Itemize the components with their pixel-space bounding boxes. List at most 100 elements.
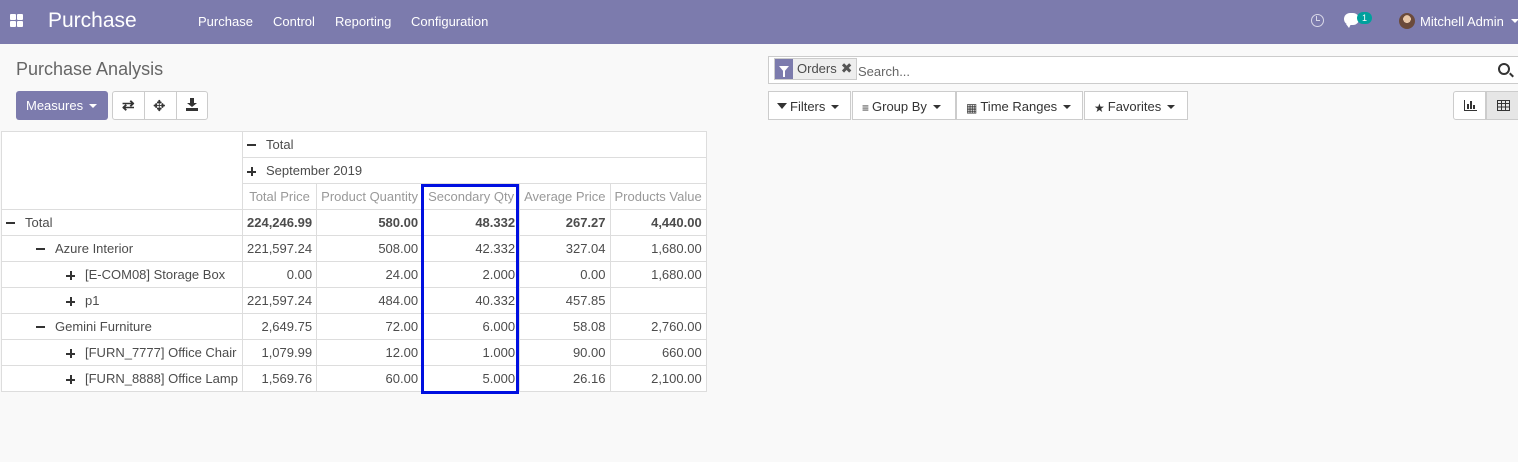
pivot-cell[interactable]: 48.332 bbox=[422, 209, 521, 236]
pivot-view-button[interactable] bbox=[1486, 91, 1518, 120]
pivot-cell[interactable]: 508.00 bbox=[316, 235, 424, 262]
pivot-row: Azure Interior 221,597.24 508.00 42.332 327.… bbox=[1, 235, 707, 262]
pivot-cell[interactable]: 2.000 bbox=[422, 261, 521, 288]
pivot-cell[interactable]: 221,597.24 bbox=[241, 235, 318, 262]
row-header[interactable]: Total bbox=[1, 209, 243, 236]
pivot-cell[interactable]: 12.00 bbox=[316, 339, 424, 366]
pivot-cell[interactable]: 26.16 bbox=[519, 365, 611, 392]
filter-funnel-icon bbox=[775, 59, 793, 79]
pivot-cell[interactable]: 1,680.00 bbox=[609, 261, 707, 288]
pivot-cell[interactable]: 42.332 bbox=[422, 235, 521, 262]
list-bars-icon: ≡ bbox=[862, 101, 870, 115]
apps-menu-icon[interactable] bbox=[10, 14, 23, 27]
pivot-row: [E-COM08] Storage Box 0.00 24.00 2.000 0.00 1… bbox=[1, 261, 707, 288]
col-group-label: September 2019 bbox=[266, 163, 363, 178]
row-label: [E-COM08] Storage Box bbox=[85, 267, 226, 282]
row-header[interactable]: [E-COM08] Storage Box bbox=[1, 261, 243, 288]
pivot-cell[interactable]: 224,246.99 bbox=[241, 209, 318, 236]
expand-all-button[interactable]: ✥ bbox=[144, 91, 177, 120]
pivot-cell[interactable]: 221,597.24 bbox=[241, 287, 318, 314]
menu-purchase[interactable]: Purchase bbox=[198, 14, 253, 29]
filter-icon bbox=[777, 103, 787, 109]
pivot-row: [FURN_8888] Office Lamp 1,569.76 60.00 5.00… bbox=[1, 365, 707, 392]
pivot-cell[interactable]: 5.000 bbox=[422, 365, 521, 392]
pivot-cell[interactable]: 0.00 bbox=[519, 261, 611, 288]
measure-header-product-quantity[interactable]: Product Quantity bbox=[316, 183, 424, 210]
pivot-cell[interactable] bbox=[609, 287, 707, 314]
pivot-cell[interactable]: 0.00 bbox=[241, 261, 318, 288]
measure-header-total-price[interactable]: Total Price bbox=[241, 183, 318, 210]
row-header[interactable]: Gemini Furniture bbox=[1, 313, 243, 340]
timeranges-label: Time Ranges bbox=[980, 99, 1058, 114]
col-header-total[interactable]: Total bbox=[242, 131, 707, 158]
caret-down-icon bbox=[831, 105, 840, 109]
pivot-cell[interactable]: 1.000 bbox=[422, 339, 521, 366]
pivot-cell[interactable]: 660.00 bbox=[609, 339, 707, 366]
pivot-cell[interactable]: 267.27 bbox=[519, 209, 611, 236]
row-header[interactable]: [FURN_8888] Office Lamp bbox=[1, 365, 243, 392]
page-title: Purchase Analysis bbox=[16, 59, 164, 79]
messages-count-badge: 1 bbox=[1357, 12, 1372, 24]
measure-header-products-value[interactable]: Products Value bbox=[609, 183, 707, 210]
pivot-row: Gemini Furniture 2,649.75 72.00 6.000 58.08 2… bbox=[1, 313, 707, 340]
menu-control[interactable]: Control bbox=[273, 14, 315, 29]
col-total-label: Total bbox=[266, 137, 294, 152]
pivot-cell[interactable]: 484.00 bbox=[316, 287, 424, 314]
pivot-cell[interactable]: 4,440.00 bbox=[609, 209, 707, 236]
menu-configuration[interactable]: Configuration bbox=[411, 14, 488, 29]
collapse-icon bbox=[247, 144, 256, 146]
pivot-cell[interactable]: 90.00 bbox=[519, 339, 611, 366]
pivot-cell[interactable]: 1,680.00 bbox=[609, 235, 707, 262]
expand-icon bbox=[247, 167, 256, 176]
pivot-row: p1 221,597.24 484.00 40.332 457.85 bbox=[1, 287, 707, 314]
pivot-table: Total September 2019 Total Price Product… bbox=[1, 131, 707, 392]
row-header[interactable]: Azure Interior bbox=[1, 235, 243, 262]
flip-axis-icon bbox=[122, 96, 136, 114]
pivot-cell[interactable]: 24.00 bbox=[316, 261, 424, 288]
filters-dropdown[interactable]: Filters bbox=[768, 91, 851, 120]
search-input[interactable] bbox=[858, 63, 1478, 79]
favorites-dropdown[interactable]: ★ Favorites bbox=[1084, 91, 1188, 120]
groupby-dropdown[interactable]: ≡ Group By bbox=[852, 91, 956, 120]
filters-label: Filters bbox=[790, 99, 826, 114]
caret-down-icon bbox=[1063, 105, 1072, 109]
flip-axis-button[interactable] bbox=[112, 91, 145, 120]
row-header[interactable]: p1 bbox=[1, 287, 243, 314]
user-menu[interactable]: Mitchell Admin bbox=[1420, 14, 1504, 29]
user-avatar[interactable] bbox=[1399, 13, 1415, 29]
pivot-cell[interactable]: 2,760.00 bbox=[609, 313, 707, 340]
measure-header-secondary-qty[interactable]: Secondary Qty bbox=[422, 183, 521, 210]
expand-arrows-icon: ✥ bbox=[153, 98, 166, 115]
pivot-cell[interactable]: 327.04 bbox=[519, 235, 611, 262]
pivot-cell[interactable]: 580.00 bbox=[316, 209, 424, 236]
pivot-row: Total 224,246.99 580.00 48.332 267.27 4,440.0… bbox=[1, 209, 707, 236]
pivot-cell[interactable]: 2,649.75 bbox=[241, 313, 318, 340]
facet-remove-icon[interactable]: ✖ bbox=[841, 59, 857, 79]
pivot-cell[interactable]: 58.08 bbox=[519, 313, 611, 340]
row-header[interactable]: [FURN_7777] Office Chair bbox=[1, 339, 243, 366]
search-icon[interactable] bbox=[1498, 63, 1510, 75]
measures-button[interactable]: Measures bbox=[16, 91, 108, 120]
pivot-cell[interactable]: 72.00 bbox=[316, 313, 424, 340]
user-menu-caret-icon[interactable] bbox=[1511, 19, 1518, 23]
pivot-row: [FURN_7777] Office Chair 1,079.99 12.00 1.0… bbox=[1, 339, 707, 366]
pivot-cell[interactable]: 60.00 bbox=[316, 365, 424, 392]
pivot-cell[interactable]: 457.85 bbox=[519, 287, 611, 314]
measure-header-average-price[interactable]: Average Price bbox=[519, 183, 611, 210]
pivot-cell[interactable]: 1,569.76 bbox=[241, 365, 318, 392]
timeranges-dropdown[interactable]: ▦ Time Ranges bbox=[956, 91, 1083, 120]
pivot-cell[interactable]: 1,079.99 bbox=[241, 339, 318, 366]
pivot-corner bbox=[1, 131, 243, 210]
activity-clock-icon[interactable] bbox=[1311, 14, 1324, 27]
expand-icon bbox=[66, 375, 75, 384]
expand-icon bbox=[66, 297, 75, 306]
pivot-cell[interactable]: 2,100.00 bbox=[609, 365, 707, 392]
pivot-cell[interactable]: 6.000 bbox=[422, 313, 521, 340]
graph-view-button[interactable] bbox=[1453, 91, 1486, 120]
download-button[interactable] bbox=[176, 91, 208, 120]
col-header-september-2019[interactable]: September 2019 bbox=[242, 157, 707, 184]
expand-icon bbox=[66, 271, 75, 280]
groupby-label: Group By bbox=[872, 99, 927, 114]
pivot-cell[interactable]: 40.332 bbox=[422, 287, 521, 314]
menu-reporting[interactable]: Reporting bbox=[335, 14, 391, 29]
